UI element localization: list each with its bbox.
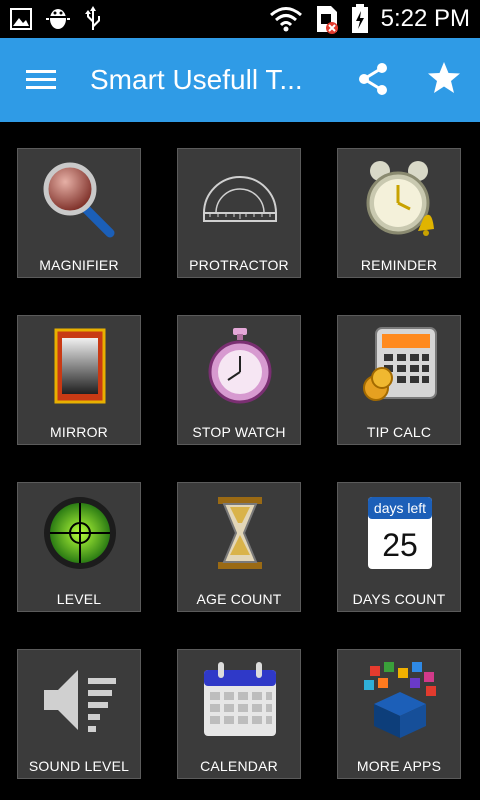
mirror-icon — [54, 328, 106, 404]
tile-label: MIRROR — [50, 424, 108, 440]
tile-label: TIP CALC — [366, 424, 432, 440]
tools-grid: MAGNIFIER PROTRACTOR REMINDER MIRROR STO… — [0, 122, 480, 800]
battery-charging-icon — [351, 4, 368, 33]
tile-label: AGE COUNT — [196, 591, 282, 607]
tile-label: STOP WATCH — [192, 424, 286, 440]
tile-protractor[interactable]: PROTRACTOR — [177, 148, 301, 278]
days-left-icon: days left 25 — [368, 497, 432, 569]
app-title: Smart Usefull T... — [90, 64, 303, 95]
tile-calendar[interactable]: CALENDAR — [177, 649, 301, 779]
alarm-clock-icon — [366, 161, 434, 236]
speaker-icon — [44, 670, 116, 732]
android-debug-icon — [46, 9, 70, 29]
sim-error-icon — [316, 6, 338, 34]
days-left-caption: days left — [374, 500, 426, 516]
usb-icon — [85, 6, 100, 30]
status-bar: 5:22 PM — [0, 0, 480, 38]
tile-magnifier[interactable]: MAGNIFIER — [17, 148, 141, 278]
image-icon — [10, 8, 32, 30]
tile-label: LEVEL — [56, 591, 102, 607]
status-time: 5:22 PM — [380, 5, 470, 32]
stopwatch-icon — [208, 328, 272, 404]
level-icon — [44, 497, 116, 569]
tile-label: DAYS COUNT — [352, 591, 446, 607]
tile-reminder[interactable]: REMINDER — [337, 148, 461, 278]
wifi-icon — [269, 7, 302, 32]
tile-label: MORE APPS — [356, 758, 442, 774]
tile-more-apps[interactable]: MORE APPS — [337, 649, 461, 779]
tile-label: SOUND LEVEL — [28, 758, 130, 774]
days-left-number: 25 — [382, 527, 418, 563]
tile-stop-watch[interactable]: STOP WATCH — [177, 315, 301, 445]
calculator-icon — [363, 327, 437, 401]
tile-label: PROTRACTOR — [189, 257, 289, 273]
share-icon[interactable] — [356, 62, 390, 96]
hourglass-icon — [218, 497, 262, 569]
tile-label: REMINDER — [360, 257, 438, 273]
tile-mirror[interactable]: MIRROR — [17, 315, 141, 445]
tile-sound-level[interactable]: SOUND LEVEL — [17, 649, 141, 779]
calendar-icon — [204, 662, 276, 736]
tile-label: MAGNIFIER — [39, 257, 119, 273]
app-bar: Smart Usefull T... — [0, 38, 480, 122]
protractor-icon — [202, 176, 278, 222]
tile-days-count[interactable]: days left 25 DAYS COUNT — [337, 482, 461, 612]
more-apps-icon — [364, 662, 436, 738]
tile-age-count[interactable]: AGE COUNT — [177, 482, 301, 612]
tile-level[interactable]: LEVEL — [17, 482, 141, 612]
magnifier-icon — [43, 162, 115, 238]
menu-icon[interactable] — [26, 66, 56, 94]
tile-label: CALENDAR — [200, 758, 278, 774]
star-icon[interactable] — [426, 60, 462, 96]
tile-tip-calc[interactable]: TIP CALC — [337, 315, 461, 445]
